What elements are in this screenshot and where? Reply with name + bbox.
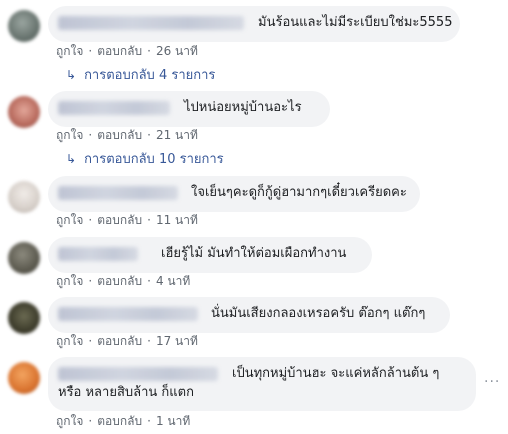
like-link[interactable]: ถูกใจ bbox=[56, 333, 83, 349]
comment-actions: ถูกใจ · ตอบกลับ · 17 นาที bbox=[56, 333, 198, 349]
comment-text-line-1: เป็นทุกหมู่บ้านฮะ จะแค่หลักล้านต้น ๆ bbox=[232, 366, 440, 381]
avatar[interactable] bbox=[8, 10, 40, 42]
avatar[interactable] bbox=[8, 96, 40, 128]
reply-link[interactable]: ตอบกลับ bbox=[97, 333, 142, 349]
comment-time[interactable]: 1 นาที bbox=[156, 413, 190, 429]
comment-text: นั่นมันเสียงกลองเหรอครับ ต๊อกๆ แต๊กๆ bbox=[211, 306, 426, 321]
comment-bubble: ใจเย็นๆคะดูก็กู้ดู่ฮามากๆเดี๋ยวเครียดคะ bbox=[48, 176, 420, 212]
comment-text: มันร้อนและไม่มีระเบียบใช่มะ5555 bbox=[258, 15, 453, 30]
reply-link[interactable]: ตอบกลับ bbox=[97, 212, 142, 228]
replies-count-label[interactable]: การตอบกลับ 4 รายการ bbox=[84, 68, 215, 83]
comment-text: ใจเย็นๆคะดูก็กู้ดู่ฮามากๆเดี๋ยวเครียดคะ bbox=[191, 185, 407, 200]
comment-bubble: มันร้อนและไม่มีระเบียบใช่มะ5555 bbox=[48, 6, 460, 42]
comment-time[interactable]: 21 นาที bbox=[156, 127, 198, 143]
separator-dot: · bbox=[147, 414, 151, 428]
comment-time[interactable]: 4 นาที bbox=[156, 273, 190, 289]
like-link[interactable]: ถูกใจ bbox=[56, 127, 83, 143]
like-link[interactable]: ถูกใจ bbox=[56, 212, 83, 228]
commenter-name[interactable] bbox=[58, 16, 244, 30]
separator-dot: · bbox=[88, 274, 93, 288]
avatar[interactable] bbox=[8, 242, 40, 274]
comment-bubble: ไปหน่อยหมู่บ้านอะไร bbox=[48, 91, 330, 127]
reply-link[interactable]: ตอบกลับ bbox=[97, 127, 142, 143]
more-options-icon[interactable]: ··· bbox=[484, 374, 500, 390]
reply-link[interactable]: ตอบกลับ bbox=[97, 413, 142, 429]
comment-time[interactable]: 11 นาที bbox=[156, 212, 198, 228]
avatar[interactable] bbox=[8, 181, 40, 213]
comment-actions: ถูกใจ · ตอบกลับ · 26 นาที bbox=[56, 43, 198, 59]
comment-actions: ถูกใจ · ตอบกลับ · 11 นาที bbox=[56, 212, 198, 228]
commenter-name[interactable] bbox=[58, 367, 218, 381]
comment-time[interactable]: 26 นาที bbox=[156, 43, 198, 59]
replies-count-label[interactable]: การตอบกลับ 10 รายการ bbox=[84, 152, 224, 167]
like-link[interactable]: ถูกใจ bbox=[56, 43, 83, 59]
separator-dot: · bbox=[88, 128, 93, 142]
separator-dot: · bbox=[88, 334, 93, 348]
separator-dot: · bbox=[147, 128, 151, 142]
comment-text-line-2: หรือ หลายสิบล้าน ก็แตก bbox=[58, 385, 194, 400]
comment-bubble: นั่นมันเสียงกลองเหรอครับ ต๊อกๆ แต๊กๆ bbox=[48, 297, 450, 333]
comment-bubble: เป็นทุกหมู่บ้านฮะ จะแค่หลักล้านต้น ๆ หรื… bbox=[48, 357, 476, 411]
reply-link[interactable]: ตอบกลับ bbox=[97, 273, 142, 289]
comment-actions: ถูกใจ · ตอบกลับ · 21 นาที bbox=[56, 127, 198, 143]
commenter-name[interactable] bbox=[58, 101, 170, 115]
comment-text: ไปหน่อยหมู่บ้านอะไร bbox=[184, 100, 302, 115]
comment-text: เฮียรู้ไม้ มันทำให้ต่อมเผือกทำงาน bbox=[161, 246, 347, 261]
like-link[interactable]: ถูกใจ bbox=[56, 273, 83, 289]
reply-arrow-icon: ↳ bbox=[66, 68, 77, 82]
view-replies-link[interactable]: ↳ การตอบกลับ 4 รายการ bbox=[66, 66, 215, 85]
like-link[interactable]: ถูกใจ bbox=[56, 413, 83, 429]
comment-actions: ถูกใจ · ตอบกลับ · 1 นาที bbox=[56, 413, 190, 429]
reply-link[interactable]: ตอบกลับ bbox=[97, 43, 142, 59]
separator-dot: · bbox=[147, 44, 151, 58]
commenter-name[interactable] bbox=[58, 307, 198, 321]
avatar[interactable] bbox=[8, 362, 40, 394]
commenter-name[interactable] bbox=[58, 186, 178, 200]
separator-dot: · bbox=[147, 274, 151, 288]
avatar[interactable] bbox=[8, 302, 40, 334]
separator-dot: · bbox=[88, 44, 93, 58]
view-replies-link[interactable]: ↳ การตอบกลับ 10 รายการ bbox=[66, 150, 224, 169]
separator-dot: · bbox=[147, 334, 151, 348]
comment-bubble: เฮียรู้ไม้ มันทำให้ต่อมเผือกทำงาน bbox=[48, 237, 372, 273]
comment-time[interactable]: 17 นาที bbox=[156, 333, 198, 349]
separator-dot: · bbox=[88, 213, 93, 227]
comment-actions: ถูกใจ · ตอบกลับ · 4 นาที bbox=[56, 273, 190, 289]
reply-arrow-icon: ↳ bbox=[66, 152, 77, 166]
commenter-name[interactable] bbox=[58, 247, 138, 261]
separator-dot: · bbox=[88, 414, 93, 428]
separator-dot: · bbox=[147, 213, 151, 227]
